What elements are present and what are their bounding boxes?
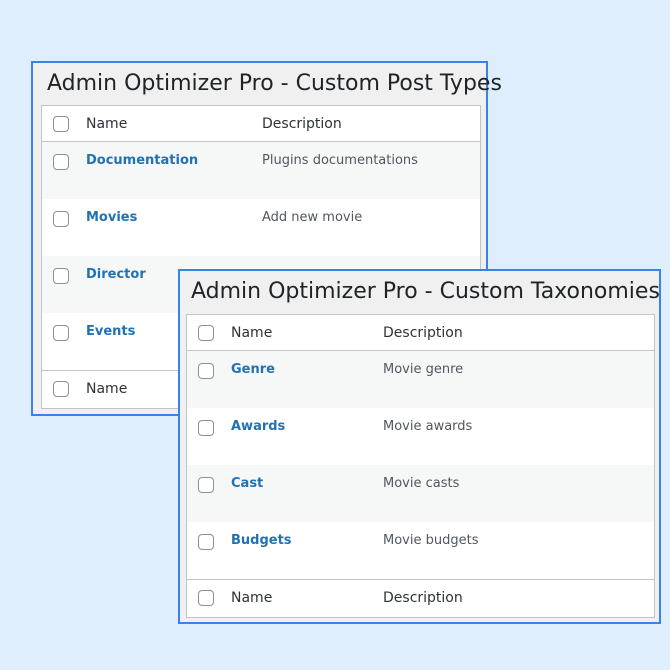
select-all-footer-checkbox[interactable] — [198, 590, 214, 606]
column-footer-name[interactable]: Name — [86, 381, 127, 397]
taxonomies-title: Admin Optimizer Pro - Custom Taxonomies — [191, 279, 660, 304]
row-checkbox[interactable] — [53, 211, 69, 227]
row-description: Add new movie — [262, 210, 363, 225]
table-row: Movies Add new movie — [42, 199, 480, 256]
column-header-name[interactable]: Name — [86, 116, 127, 132]
table-header: Name Description — [187, 315, 654, 351]
table-footer: Name Description — [187, 579, 654, 615]
table-header: Name Description — [42, 106, 480, 142]
row-checkbox[interactable] — [53, 325, 69, 341]
row-name-link[interactable]: Movies — [86, 210, 137, 226]
taxonomies-table: Name Description Genre Movie genre Award… — [186, 314, 655, 618]
row-checkbox[interactable] — [198, 534, 214, 550]
row-description: Movie budgets — [383, 533, 479, 548]
table-row: Budgets Movie budgets — [187, 522, 654, 579]
column-header-description: Description — [262, 116, 342, 132]
column-footer-description: Description — [383, 590, 463, 606]
column-footer-name[interactable]: Name — [231, 590, 272, 606]
select-all-footer-checkbox[interactable] — [53, 381, 69, 397]
row-checkbox[interactable] — [198, 363, 214, 379]
row-name-link[interactable]: Events — [86, 324, 135, 340]
row-name-link[interactable]: Budgets — [231, 533, 292, 549]
column-header-description: Description — [383, 325, 463, 341]
row-name-link[interactable]: Documentation — [86, 153, 198, 169]
table-row: Awards Movie awards — [187, 408, 654, 465]
row-name-link[interactable]: Cast — [231, 476, 263, 492]
row-checkbox[interactable] — [53, 154, 69, 170]
row-checkbox[interactable] — [198, 420, 214, 436]
row-description: Plugins documentations — [262, 153, 418, 168]
row-description: Movie awards — [383, 419, 473, 434]
row-name-link[interactable]: Awards — [231, 419, 285, 435]
column-header-name[interactable]: Name — [231, 325, 272, 341]
row-name-link[interactable]: Genre — [231, 362, 275, 378]
row-description: Movie casts — [383, 476, 460, 491]
select-all-checkbox[interactable] — [198, 325, 214, 341]
row-name-link[interactable]: Director — [86, 267, 146, 283]
row-description: Movie genre — [383, 362, 464, 377]
post-types-title: Admin Optimizer Pro - Custom Post Types — [47, 71, 502, 96]
table-row: Genre Movie genre — [187, 351, 654, 408]
row-checkbox[interactable] — [198, 477, 214, 493]
row-checkbox[interactable] — [53, 268, 69, 284]
taxonomies-panel: Admin Optimizer Pro - Custom Taxonomies … — [178, 269, 661, 624]
select-all-checkbox[interactable] — [53, 116, 69, 132]
table-row: Documentation Plugins documentations — [42, 142, 480, 199]
table-row: Cast Movie casts — [187, 465, 654, 522]
